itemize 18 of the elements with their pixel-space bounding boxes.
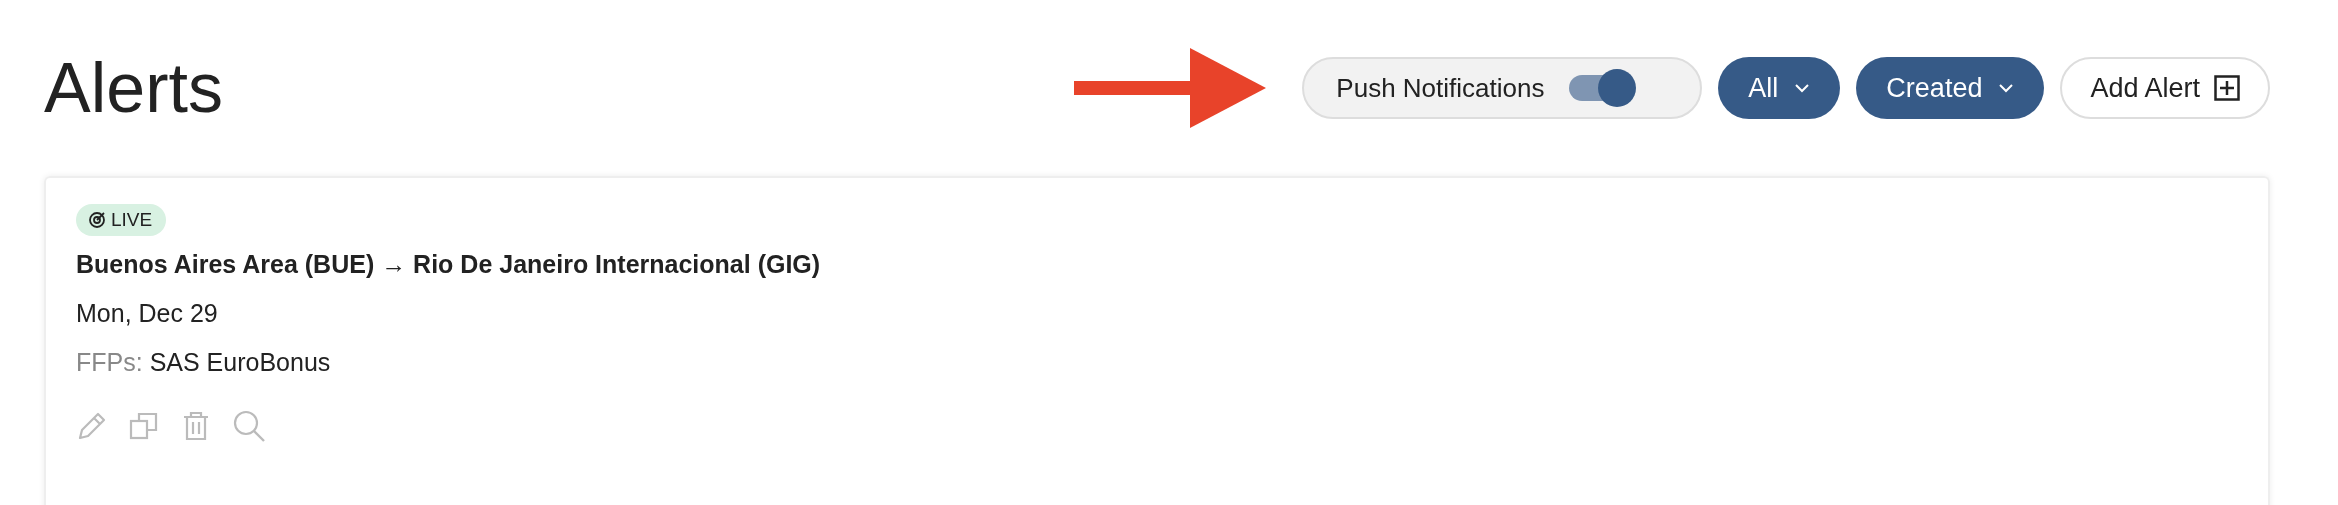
add-alert-button[interactable]: Add Alert bbox=[2060, 57, 2270, 119]
ffp-label: FFPs: bbox=[76, 348, 143, 376]
search-icon[interactable] bbox=[232, 409, 266, 443]
status-text: LIVE bbox=[111, 209, 153, 231]
push-notifications-toggle[interactable]: Push Notifications bbox=[1302, 57, 1703, 119]
chevron-icon bbox=[1998, 83, 2015, 93]
filter-dropdown[interactable]: Created bbox=[1856, 57, 2045, 119]
filter-dropdown[interactable]: All bbox=[1718, 57, 1841, 119]
page-title: Alerts bbox=[44, 48, 223, 128]
plus-box-icon bbox=[2214, 75, 2240, 101]
ffp-value: SAS EuroBonus bbox=[149, 348, 331, 376]
chevron-icon bbox=[1794, 83, 1811, 93]
toggle-label: Push Notifications bbox=[1336, 72, 1545, 104]
date-text: Mon, Dec 29 bbox=[76, 299, 219, 328]
route-text: Buenos Aires Area (BUE) → Rio De Janeiro Internacional (GIG) bbox=[76, 250, 822, 279]
target-icon bbox=[88, 211, 106, 229]
copy-icon[interactable] bbox=[128, 410, 160, 442]
edit-icon[interactable] bbox=[76, 410, 108, 442]
